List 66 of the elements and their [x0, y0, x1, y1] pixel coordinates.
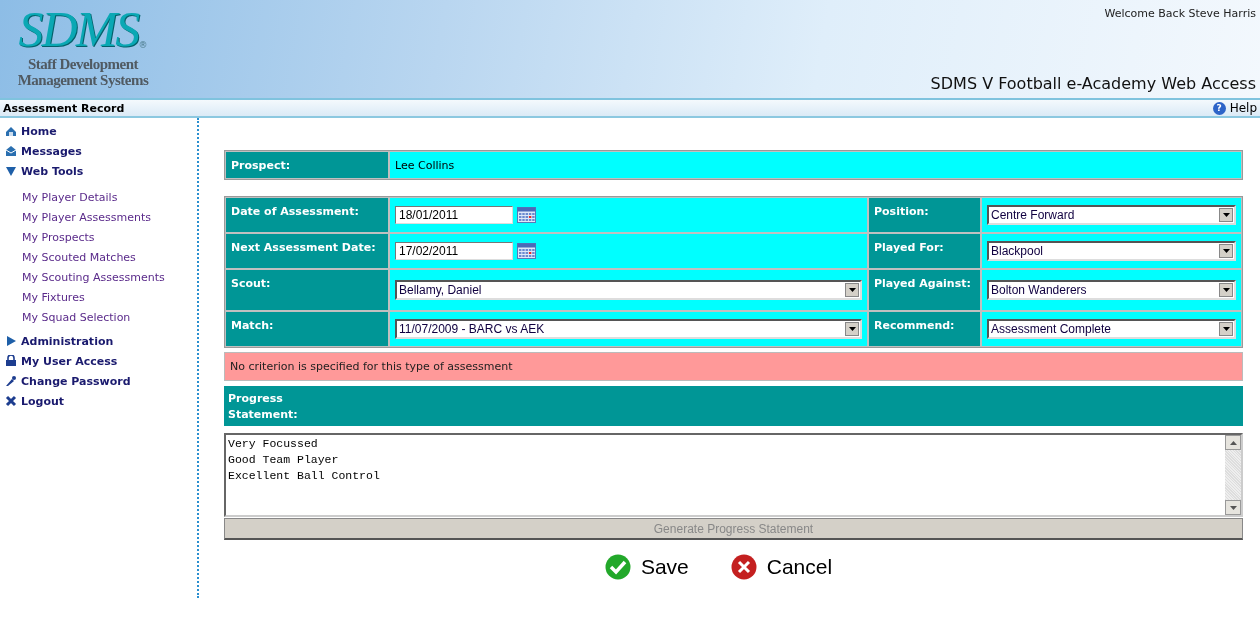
- nav-item[interactable]: Web Tools: [0, 161, 197, 181]
- calendar-icon[interactable]: [517, 243, 536, 259]
- dropdown[interactable]: Blackpool: [987, 241, 1236, 261]
- nav-subitem[interactable]: My Squad Selection: [22, 307, 197, 327]
- save-button[interactable]: Save: [604, 554, 689, 580]
- nav-subitem[interactable]: My Prospects: [22, 227, 197, 247]
- nav-subitem[interactable]: My Scouting Assessments: [22, 267, 197, 287]
- nav-item[interactable]: Change Password: [0, 371, 197, 391]
- nav-item[interactable]: Home: [0, 121, 197, 141]
- collapsed-triangle-icon: [5, 335, 17, 347]
- nav-icon: [5, 355, 17, 367]
- field-label: Played Against:: [868, 269, 981, 311]
- nav-icon: [5, 125, 17, 137]
- caret-icon: [1222, 327, 1230, 331]
- nav-subitem[interactable]: My Fixtures: [22, 287, 197, 307]
- nav-icon: [5, 395, 17, 407]
- dropdown[interactable]: Centre Forward: [987, 205, 1236, 225]
- prospect-value: Lee Collins: [389, 151, 1242, 179]
- app-title: SDMS V Football e-Academy Web Access: [930, 74, 1256, 93]
- field-label: Match:: [225, 311, 389, 347]
- field-label: Date of Assessment:: [225, 197, 389, 233]
- scrollbar[interactable]: [1225, 435, 1241, 515]
- nav-item[interactable]: My User Access: [0, 351, 197, 371]
- dropdown[interactable]: Bolton Wanderers: [987, 280, 1236, 300]
- nav-subitem[interactable]: My Player Assessments: [22, 207, 197, 227]
- cancel-button[interactable]: Cancel: [730, 554, 833, 580]
- dropdown[interactable]: 11/07/2009 - BARC vs AEK: [395, 319, 862, 339]
- nav-subitem[interactable]: My Scouted Matches: [22, 247, 197, 267]
- help-link[interactable]: ? Help: [1212, 101, 1257, 115]
- caret-icon: [1222, 288, 1230, 292]
- nav-subitem[interactable]: My Player Details: [22, 187, 197, 207]
- up-arrow-icon: [1229, 440, 1237, 445]
- nav-item[interactable]: Messages: [0, 141, 197, 161]
- field-label: Played For:: [868, 233, 981, 269]
- caret-icon: [848, 288, 856, 292]
- field-label: Next Assessment Date:: [225, 233, 389, 269]
- field-label: Recommend:: [868, 311, 981, 347]
- dropdown[interactable]: Bellamy, Daniel: [395, 280, 862, 300]
- dropdown[interactable]: Assessment Complete: [987, 319, 1236, 339]
- caret-icon: [848, 327, 856, 331]
- help-icon: ?: [1212, 101, 1226, 115]
- scroll-down-button[interactable]: [1225, 500, 1241, 515]
- scroll-up-button[interactable]: [1225, 435, 1241, 450]
- logo: SDMS: [18, 2, 139, 56]
- nav-item[interactable]: Logout: [0, 391, 197, 411]
- welcome-text: Welcome Back Steve Harris: [1104, 7, 1256, 20]
- close-icon: [730, 554, 757, 580]
- expanded-triangle-icon: [5, 165, 17, 177]
- logo-subtitle: Staff Development Management Systems: [16, 56, 150, 88]
- nav-icon: [5, 375, 17, 387]
- caret-icon: [1222, 249, 1230, 253]
- field-label: Scout:: [225, 269, 389, 311]
- nav-item[interactable]: Administration: [0, 331, 197, 351]
- date-field[interactable]: 18/01/2011: [395, 206, 513, 224]
- text-area[interactable]: Very Focussed Good Team Player Excellent Ball Control: [224, 433, 1243, 517]
- warning-message: No criterion is specified for this type of assessment: [224, 352, 1243, 381]
- page-title: Assessment Record: [3, 101, 125, 115]
- caret-icon: [1222, 213, 1230, 217]
- checkmark-icon: [604, 554, 631, 580]
- nav-icon: [5, 145, 17, 157]
- calendar-icon[interactable]: [517, 207, 536, 223]
- field-label: Prospect:: [225, 151, 389, 179]
- registered-mark: ®: [138, 40, 148, 50]
- date-field[interactable]: 17/02/2011: [395, 242, 513, 260]
- down-arrow-icon: [1229, 505, 1237, 510]
- field-label: Position:: [868, 197, 981, 233]
